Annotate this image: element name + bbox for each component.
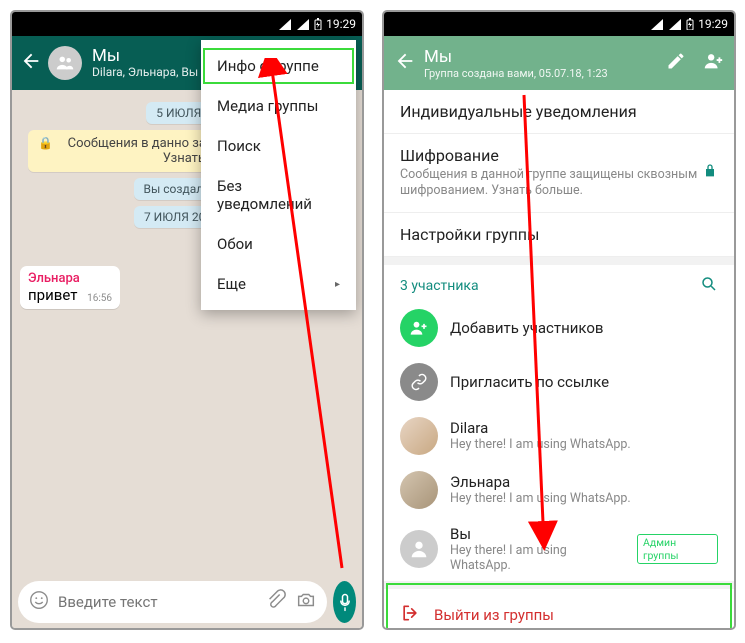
divider — [384, 257, 734, 265]
admin-badge: Админ группы — [637, 534, 718, 564]
status-time: 19:29 — [326, 17, 356, 31]
group-titles: Мы Группа создана вами, 05.07.18, 1:23 — [424, 47, 666, 80]
attach-icon[interactable] — [265, 589, 287, 615]
camera-icon[interactable] — [295, 589, 317, 615]
individual-notifications[interactable]: Индивидуальные уведомления — [384, 90, 734, 134]
member-row[interactable]: Dilara Hey there! I am using WhatsApp. — [384, 409, 734, 463]
menu-wallpaper[interactable]: Обои — [201, 224, 356, 264]
invite-link[interactable]: Пригласить по ссылке — [384, 355, 734, 409]
avatar — [400, 530, 438, 568]
avatar — [400, 471, 438, 509]
chat-title: Мы — [92, 47, 198, 66]
back-icon[interactable] — [394, 50, 416, 76]
phone-chat: 19:29 Мы Dilara, Эльнара, Вы 5 ИЮЛЯ 20 🔒… — [10, 10, 364, 630]
menu-search[interactable]: Поиск — [201, 126, 356, 166]
participants-header: 3 участника — [384, 265, 734, 301]
status-time: 19:29 — [698, 17, 728, 31]
overflow-menu: Инфо о группе Медиа группы Поиск Без уве… — [201, 40, 356, 310]
add-member-icon[interactable] — [702, 50, 724, 76]
menu-more[interactable]: Еще▸ — [201, 264, 356, 304]
message-in[interactable]: Эльнара привет 16:56 — [20, 266, 120, 309]
menu-media[interactable]: Медиа группы — [201, 86, 356, 126]
emoji-icon[interactable] — [28, 589, 50, 615]
status-bar: 19:29 — [384, 12, 734, 36]
exit-icon — [400, 603, 420, 627]
chat-header-titles[interactable]: Мы Dilara, Эльнара, Вы — [92, 47, 198, 80]
link-icon — [400, 363, 438, 401]
status-bar: 19:29 — [12, 12, 362, 36]
member-row[interactable]: Вы Hey there! I am using WhatsApp. Админ… — [384, 517, 734, 581]
mic-button[interactable] — [333, 581, 356, 623]
group-info-header: Мы Группа создана вами, 05.07.18, 1:23 — [384, 36, 734, 90]
group-avatar[interactable] — [48, 46, 82, 80]
member-row[interactable]: Эльнара Hey there! I am using WhatsApp. — [384, 463, 734, 517]
leave-group[interactable]: Выйти из группы — [384, 581, 734, 629]
message-input-pill[interactable] — [18, 581, 327, 623]
edit-icon[interactable] — [666, 51, 686, 75]
msg-time: 16:56 — [87, 293, 112, 304]
search-icon[interactable] — [700, 275, 718, 297]
input-bar — [12, 576, 362, 628]
phone-group-info: 19:29 Мы Группа создана вами, 05.07.18, … — [382, 10, 736, 630]
add-participants[interactable]: Добавить участников — [384, 301, 734, 355]
lock-icon — [702, 163, 718, 183]
chat-subtitle: Dilara, Эльнара, Вы — [92, 65, 198, 79]
group-settings[interactable]: Настройки группы — [384, 213, 734, 257]
lock-icon: 🔒 — [38, 136, 53, 150]
message-input[interactable] — [58, 593, 257, 611]
group-info-body: Индивидуальные уведомления Шифрование Со… — [384, 90, 734, 628]
encryption-section[interactable]: Шифрование Сообщения в данной группе защ… — [384, 134, 734, 213]
back-icon[interactable] — [20, 50, 42, 76]
add-icon — [400, 309, 438, 347]
menu-mute[interactable]: Без уведомлений — [201, 166, 356, 224]
group-title: Мы — [424, 47, 666, 67]
msg-sender: Эльнара — [28, 271, 112, 286]
group-subtitle: Группа создана вами, 05.07.18, 1:23 — [424, 67, 666, 80]
chevron-right-icon: ▸ — [335, 279, 340, 290]
avatar — [400, 417, 438, 455]
menu-group-info[interactable]: Инфо о группе — [201, 46, 356, 86]
